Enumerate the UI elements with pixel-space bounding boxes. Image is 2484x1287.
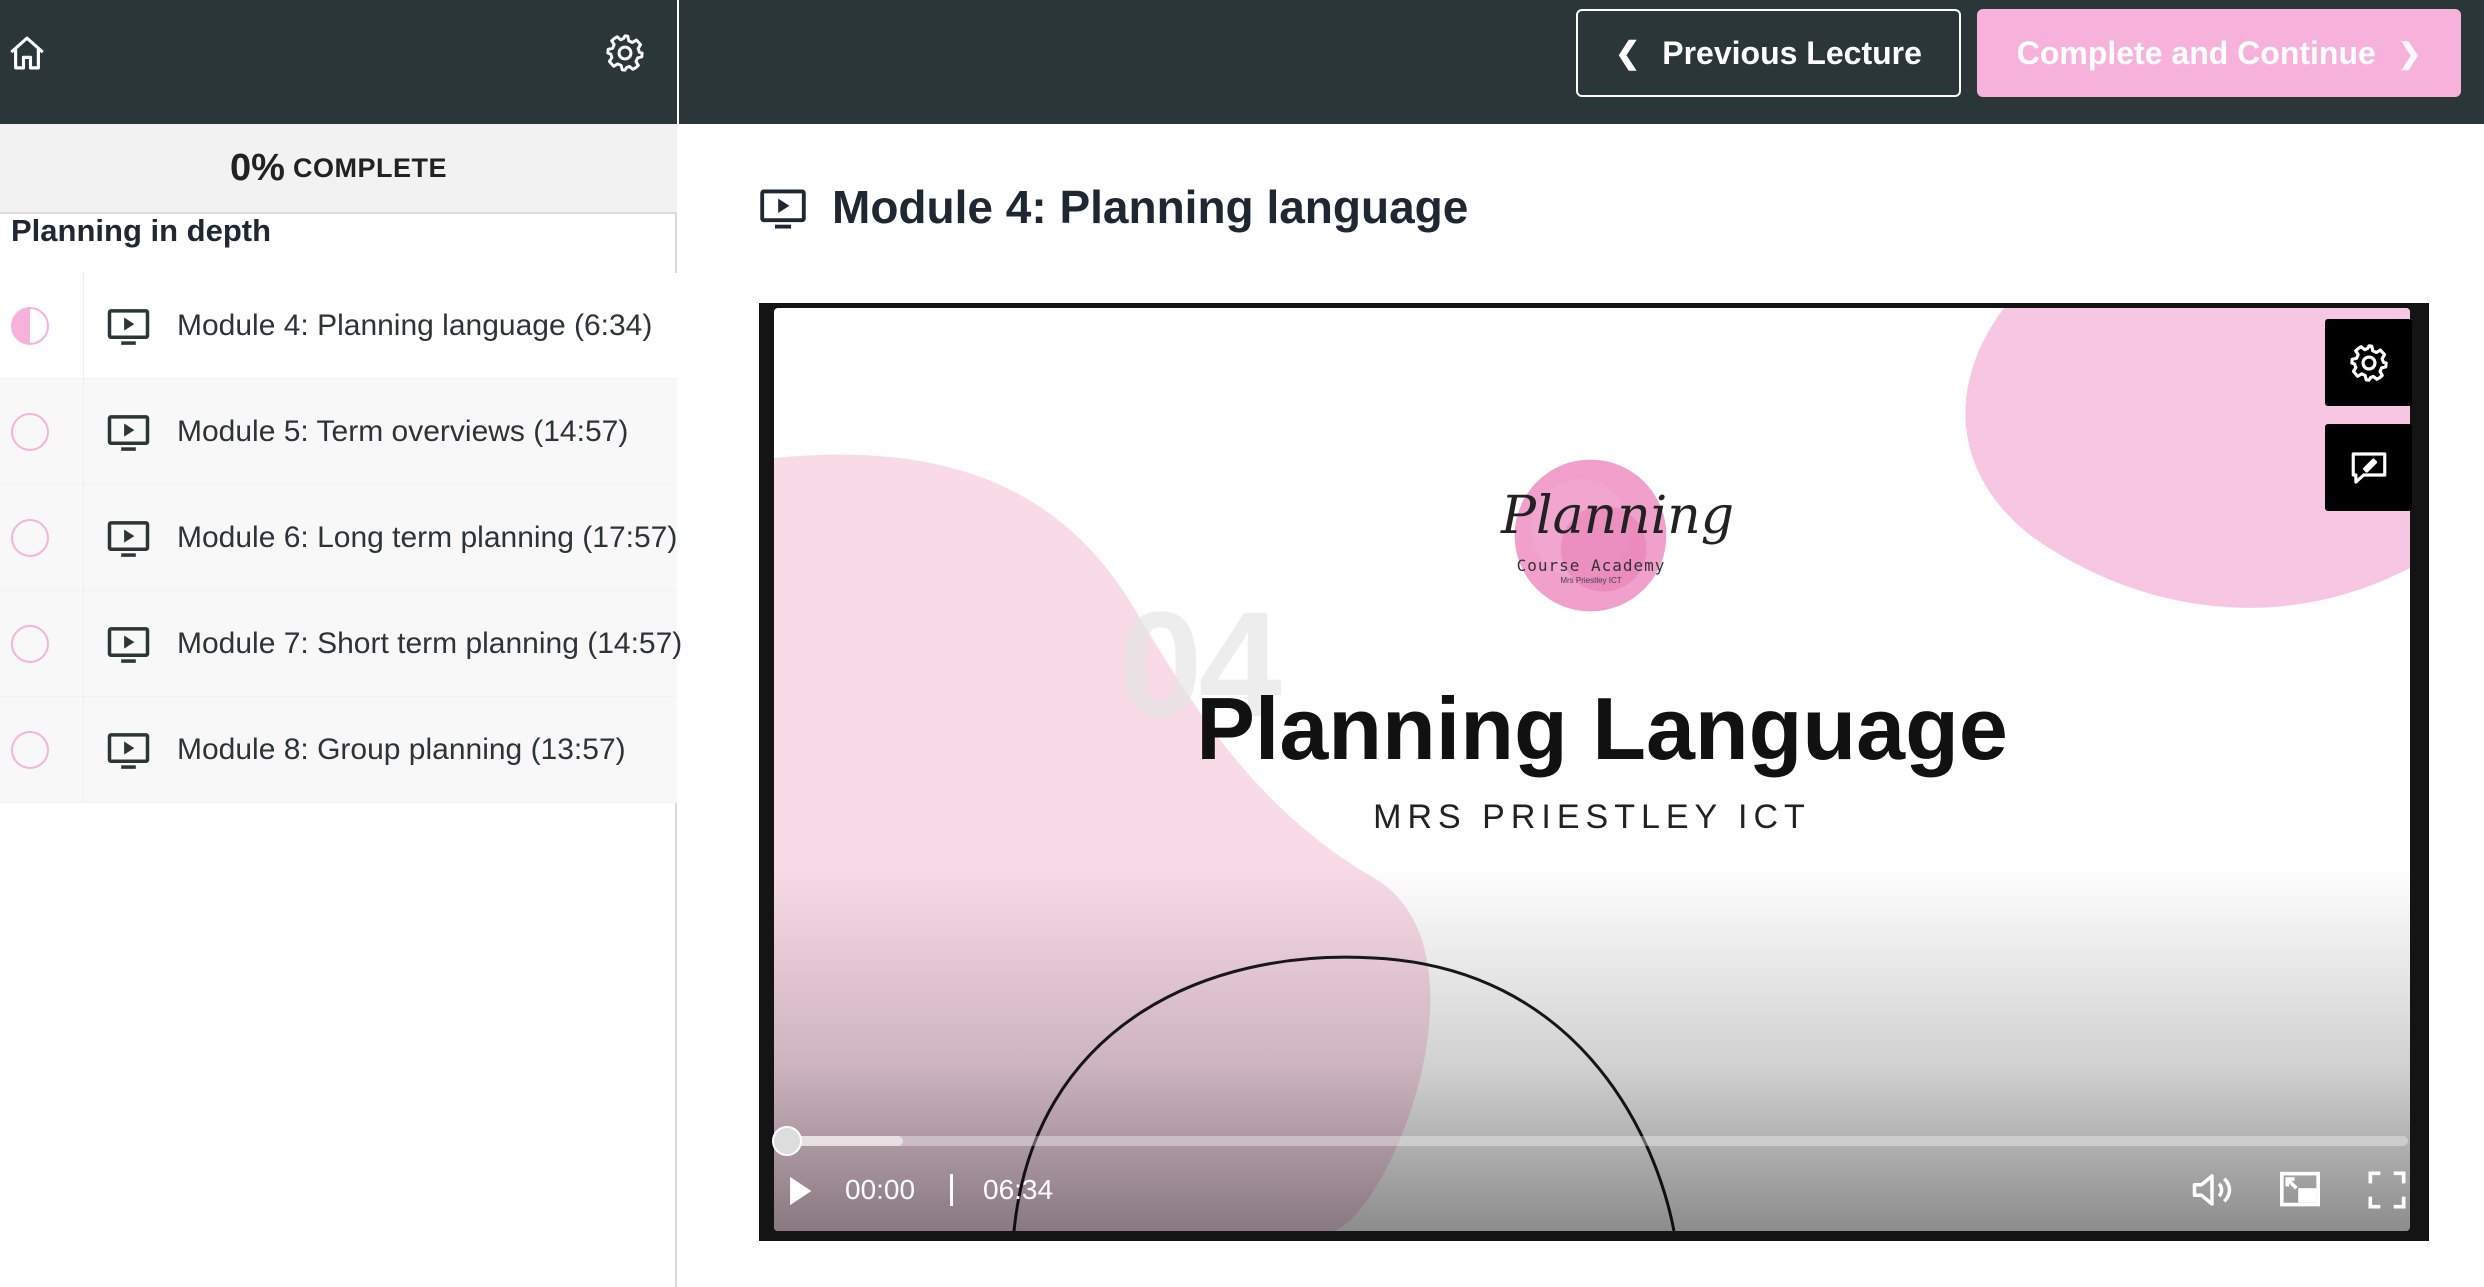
chevron-left-icon: ❮ <box>1615 36 1641 70</box>
complete-and-continue-label: Complete and Continue <box>2016 34 2376 71</box>
lecture-label: Module 8: Group planning (13:57) <box>177 733 626 766</box>
previous-lecture-label: Previous Lecture <box>1662 34 1922 71</box>
lecture-label: Module 7: Short term planning (14:57) <box>177 627 683 660</box>
lecture-item[interactable]: Module 4: Planning language (6:34) <box>0 272 677 379</box>
fullscreen-icon[interactable] <box>2367 1170 2407 1210</box>
time-separator <box>950 1174 953 1206</box>
logo-caption: Mrs Priestley ICT <box>1560 576 1622 585</box>
lecture-item[interactable]: Module 6: Long term planning (17:57) <box>0 484 678 591</box>
lecture-label: Module 6: Long term planning (17:57) <box>177 521 678 554</box>
complete-and-continue-button[interactable]: Complete and Continue ❯ <box>1977 9 2461 97</box>
seek-track[interactable] <box>788 1136 2408 1146</box>
home-icon[interactable] <box>6 32 48 74</box>
video-player[interactable]: Planning Course Academy Mrs Priestley IC… <box>759 303 2429 1241</box>
volume-icon[interactable] <box>2189 1169 2235 1211</box>
progress-percent: 0% <box>230 146 285 189</box>
feedback-icon <box>2351 451 2386 484</box>
previous-lecture-button[interactable]: ❮ Previous Lecture <box>1576 9 1961 97</box>
lecture-title: Module 4: Planning language <box>832 181 1469 233</box>
lecture-label: Module 5: Term overviews (14:57) <box>177 415 629 448</box>
video-frame[interactable]: Planning Course Academy Mrs Priestley IC… <box>774 308 2410 1231</box>
seek-handle[interactable] <box>772 1126 802 1156</box>
current-time: 00:00 <box>845 1174 916 1205</box>
progress-label: COMPLETE <box>292 152 447 183</box>
slide-subtitle: MRS PRIESTLEY ICT <box>1373 798 1811 836</box>
play-video-icon <box>107 309 150 345</box>
gear-icon[interactable] <box>604 32 646 74</box>
duration: 06:34 <box>983 1174 1054 1205</box>
seek-buffered <box>788 1136 903 1146</box>
chevron-right-icon: ❯ <box>2397 37 2422 69</box>
status-not-started-icon[interactable] <box>11 518 49 557</box>
lecture-list: Module 4: Planning language (6:34) Modul… <box>0 272 682 803</box>
settings-icon <box>2349 343 2388 382</box>
status-not-started-icon[interactable] <box>11 730 49 769</box>
lecture-label: Module 4: Planning language (6:34) <box>177 309 653 342</box>
lecture-item[interactable]: Module 8: Group planning (13:57) <box>0 696 677 803</box>
sidebar-header <box>0 0 677 124</box>
pip-icon[interactable] <box>2278 1170 2322 1210</box>
play-video-icon <box>107 627 150 663</box>
course-sidebar: 0% COMPLETE Planning in depth Module 4: … <box>0 0 682 1287</box>
status-not-started-icon[interactable] <box>11 412 49 451</box>
play-video-icon <box>107 415 150 451</box>
status-in-progress-icon[interactable] <box>11 306 49 345</box>
section-title: Planning in depth <box>11 213 272 248</box>
play-video-icon <box>107 733 150 769</box>
logo-text: Planning <box>1501 486 1735 546</box>
lecture-item[interactable]: Module 7: Short term planning (14:57) <box>0 590 682 697</box>
play-video-icon <box>760 189 806 229</box>
slide-title: Planning Language <box>1196 679 2008 778</box>
course-progress: 0% COMPLETE <box>0 124 677 214</box>
logo-subtitle: Course Academy <box>1516 556 1666 575</box>
video-settings-button[interactable] <box>2325 319 2412 406</box>
play-icon[interactable] <box>785 1174 815 1208</box>
play-video-icon <box>107 521 150 557</box>
lecture-item[interactable]: Module 5: Term overviews (14:57) <box>0 378 677 485</box>
status-not-started-icon[interactable] <box>11 624 49 663</box>
video-feedback-button[interactable] <box>2325 424 2412 511</box>
